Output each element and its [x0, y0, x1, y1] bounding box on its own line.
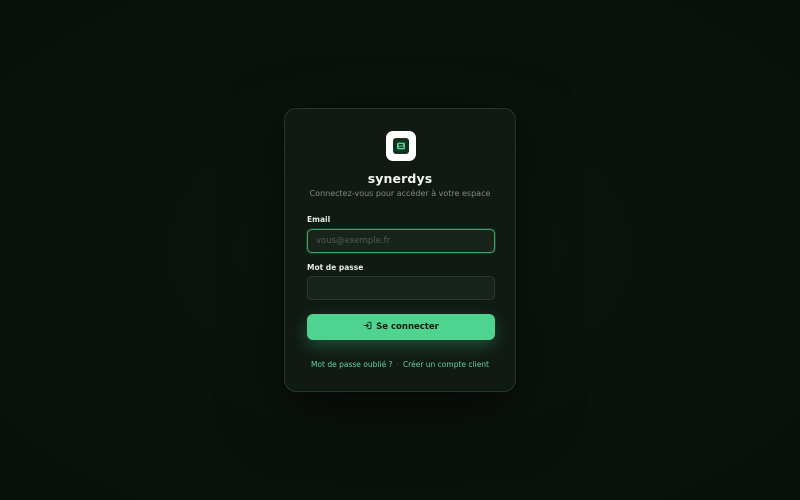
auth-links: Mot de passe oublié ? · Créer un compte cl…: [285, 360, 515, 369]
login-icon: [363, 321, 372, 333]
brand-name: synerdys: [367, 171, 433, 186]
email-label: Email: [307, 215, 331, 224]
forgot-password-link[interactable]: Mot de passe oublié ?: [311, 360, 393, 369]
create-account-link[interactable]: Créer un compte client: [403, 360, 489, 369]
login-button-label: Se connecter: [376, 322, 439, 332]
login-button[interactable]: Se connecter: [307, 314, 495, 340]
login-card: synerdys Connectez-vous pour accéder à v…: [284, 108, 516, 392]
password-field[interactable]: [307, 276, 495, 300]
synerdys-logo-icon: [393, 138, 409, 154]
email-field[interactable]: [307, 229, 495, 253]
password-label: Mot de passe: [307, 263, 364, 272]
login-page: synerdys Connectez-vous pour accéder à v…: [0, 0, 800, 500]
link-separator: ·: [396, 360, 399, 369]
brand-logo: [386, 131, 416, 161]
login-subtitle: Connectez-vous pour accéder à votre espa…: [309, 189, 491, 198]
